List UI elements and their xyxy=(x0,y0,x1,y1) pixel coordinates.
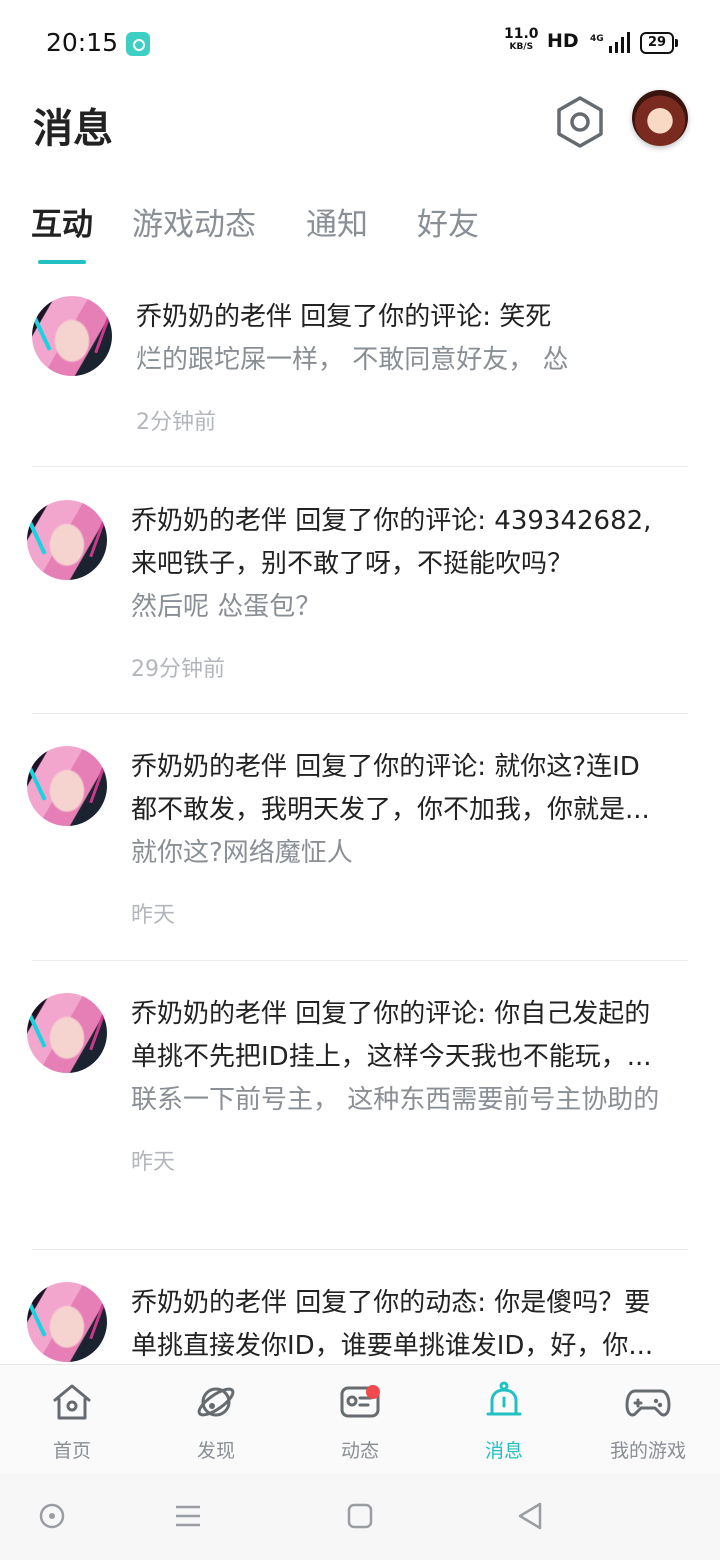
message-item[interactable]: 乔奶奶的老伴 回复了你的评论: 就你这?连ID 都不敢发，我明天发了，你不加我，… xyxy=(0,746,720,960)
network-type: 4G xyxy=(590,34,604,44)
settings-hexagon-icon xyxy=(557,96,603,148)
divider xyxy=(32,960,688,961)
gamepad-icon xyxy=(625,1389,671,1417)
status-bar: 20:15 11.0 KB/S HD 4G 29 xyxy=(0,0,720,88)
quoted-comment: 就你这?网络魔怔人 xyxy=(131,838,353,868)
network-speed: 11.0 KB/S xyxy=(504,26,539,54)
message-text: 乔奶奶的老伴 回复了你的评论: 就你这?连ID xyxy=(131,752,640,782)
home-icon xyxy=(53,1384,91,1420)
quoted-comment: 联系一下前号主， 这种东西需要前号主协助的 xyxy=(131,1085,660,1115)
message-text: 单挑直接发你ID，谁要单挑谁发ID，好，你... xyxy=(131,1331,654,1361)
message-body: 乔奶奶的老伴 回复了你的评论: 就你这?连ID 都不敢发，我明天发了，你不加我，… xyxy=(131,746,684,929)
page-title: 消息 xyxy=(33,106,113,152)
tab-friends[interactable]: 好友 xyxy=(417,199,479,244)
nav-discover-label: 发现 xyxy=(196,1440,235,1462)
message-text: 都不敢发，我明天发了，你不加我，你就是... xyxy=(131,795,650,825)
message-text: 来吧铁子，别不敢了呀，不挺能吹吗？ xyxy=(131,549,574,579)
divider xyxy=(32,713,688,714)
nav-my-games-label: 我的游戏 xyxy=(609,1440,686,1462)
system-nav-bar xyxy=(0,1473,720,1560)
message-body: 乔奶奶的老伴 回复了你的动态: 你是傻吗？要 单挑直接发你ID，谁要单挑谁发ID… xyxy=(131,1282,684,1364)
planet-icon xyxy=(197,1387,235,1417)
divider xyxy=(32,466,688,467)
divider xyxy=(32,1249,688,1250)
settings-button[interactable] xyxy=(555,95,605,149)
message-text: 乔奶奶的老伴 回复了你的动态: 你是傻吗？要 xyxy=(131,1288,651,1318)
nav-feed[interactable]: 动态 xyxy=(288,1365,432,1473)
sender-avatar[interactable] xyxy=(27,993,107,1073)
nav-feed-label: 动态 xyxy=(340,1440,379,1462)
feed-badge-dot xyxy=(366,1385,380,1399)
menu-button-icon[interactable] xyxy=(173,1501,203,1531)
home-button-icon[interactable] xyxy=(345,1501,375,1531)
sender-avatar[interactable] xyxy=(32,296,112,376)
hd-indicator: HD xyxy=(547,30,579,52)
message-text: 乔奶奶的老伴 回复了你的评论: 你自己发起的 xyxy=(131,999,651,1029)
status-time: 20:15 xyxy=(46,28,119,57)
message-time: 昨天 xyxy=(131,903,176,928)
nav-discover[interactable]: 发现 xyxy=(144,1365,288,1473)
message-text: 单挑不先把ID挂上，这样今天我也不能玩，... xyxy=(131,1042,652,1072)
message-item[interactable]: 乔奶奶的老伴 回复了你的动态: 你是傻吗？要 单挑直接发你ID，谁要单挑谁发ID… xyxy=(0,1282,720,1364)
message-body: 乔奶奶的老伴 回复了你的评论: 笑死 烂的跟坨屎一样， 不敢同意好友， 怂 2分… xyxy=(136,296,684,436)
message-item[interactable]: 乔奶奶的老伴 回复了你的评论: 笑死 烂的跟坨屎一样， 不敢同意好友， 怂 2分… xyxy=(0,296,720,468)
bottom-nav: 首页 发现 动态 消息 我的游戏 xyxy=(0,1364,720,1473)
quoted-comment: 烂的跟坨屎一样， 不敢同意好友， 怂 xyxy=(136,345,569,375)
back-button-icon[interactable] xyxy=(515,1501,545,1531)
sender-avatar[interactable] xyxy=(27,1282,107,1362)
tab-game-updates[interactable]: 游戏动态 xyxy=(132,199,256,244)
signal-icon: 4G xyxy=(590,32,630,53)
message-time: 昨天 xyxy=(131,1150,176,1175)
quoted-comment: 然后呢 怂蛋包？ xyxy=(131,592,322,622)
network-speed-unit: KB/S xyxy=(509,42,534,52)
nav-my-games[interactable]: 我的游戏 xyxy=(576,1365,720,1473)
music-app-icon xyxy=(126,32,150,56)
tab-interaction[interactable]: 互动 xyxy=(31,199,93,244)
active-tab-indicator xyxy=(38,260,86,264)
sender-avatar[interactable] xyxy=(27,500,107,580)
message-item[interactable]: 乔奶奶的老伴 回复了你的评论: 439342682, 来吧铁子，别不敢了呀，不挺… xyxy=(0,500,720,714)
message-text: 乔奶奶的老伴 回复了你的评论: 笑死 xyxy=(136,302,552,332)
nav-messages[interactable]: 消息 xyxy=(432,1365,576,1473)
battery-icon: 29 xyxy=(640,32,678,54)
network-speed-value: 11.0 xyxy=(504,26,539,42)
message-body: 乔奶奶的老伴 回复了你的评论: 439342682, 来吧铁子，别不敢了呀，不挺… xyxy=(131,500,684,683)
nav-messages-label: 消息 xyxy=(484,1440,523,1462)
tab-notifications[interactable]: 通知 xyxy=(306,199,368,244)
message-body: 乔奶奶的老伴 回复了你的评论: 你自己发起的 单挑不先把ID挂上，这样今天我也不… xyxy=(131,993,684,1176)
message-text: 乔奶奶的老伴 回复了你的评论: 439342682, xyxy=(131,506,652,536)
message-tabs: 互动 游戏动态 通知 好友 xyxy=(0,195,720,275)
assistant-button-icon[interactable] xyxy=(37,1501,67,1531)
message-time: 2分钟前 xyxy=(136,410,216,435)
bell-icon xyxy=(486,1381,522,1416)
message-time: 29分钟前 xyxy=(131,657,225,682)
nav-home[interactable]: 首页 xyxy=(0,1365,144,1473)
message-item[interactable]: 乔奶奶的老伴 回复了你的评论: 你自己发起的 单挑不先把ID挂上，这样今天我也不… xyxy=(0,993,720,1249)
user-avatar[interactable] xyxy=(632,90,688,146)
sender-avatar[interactable] xyxy=(27,746,107,826)
nav-home-label: 首页 xyxy=(52,1440,91,1462)
